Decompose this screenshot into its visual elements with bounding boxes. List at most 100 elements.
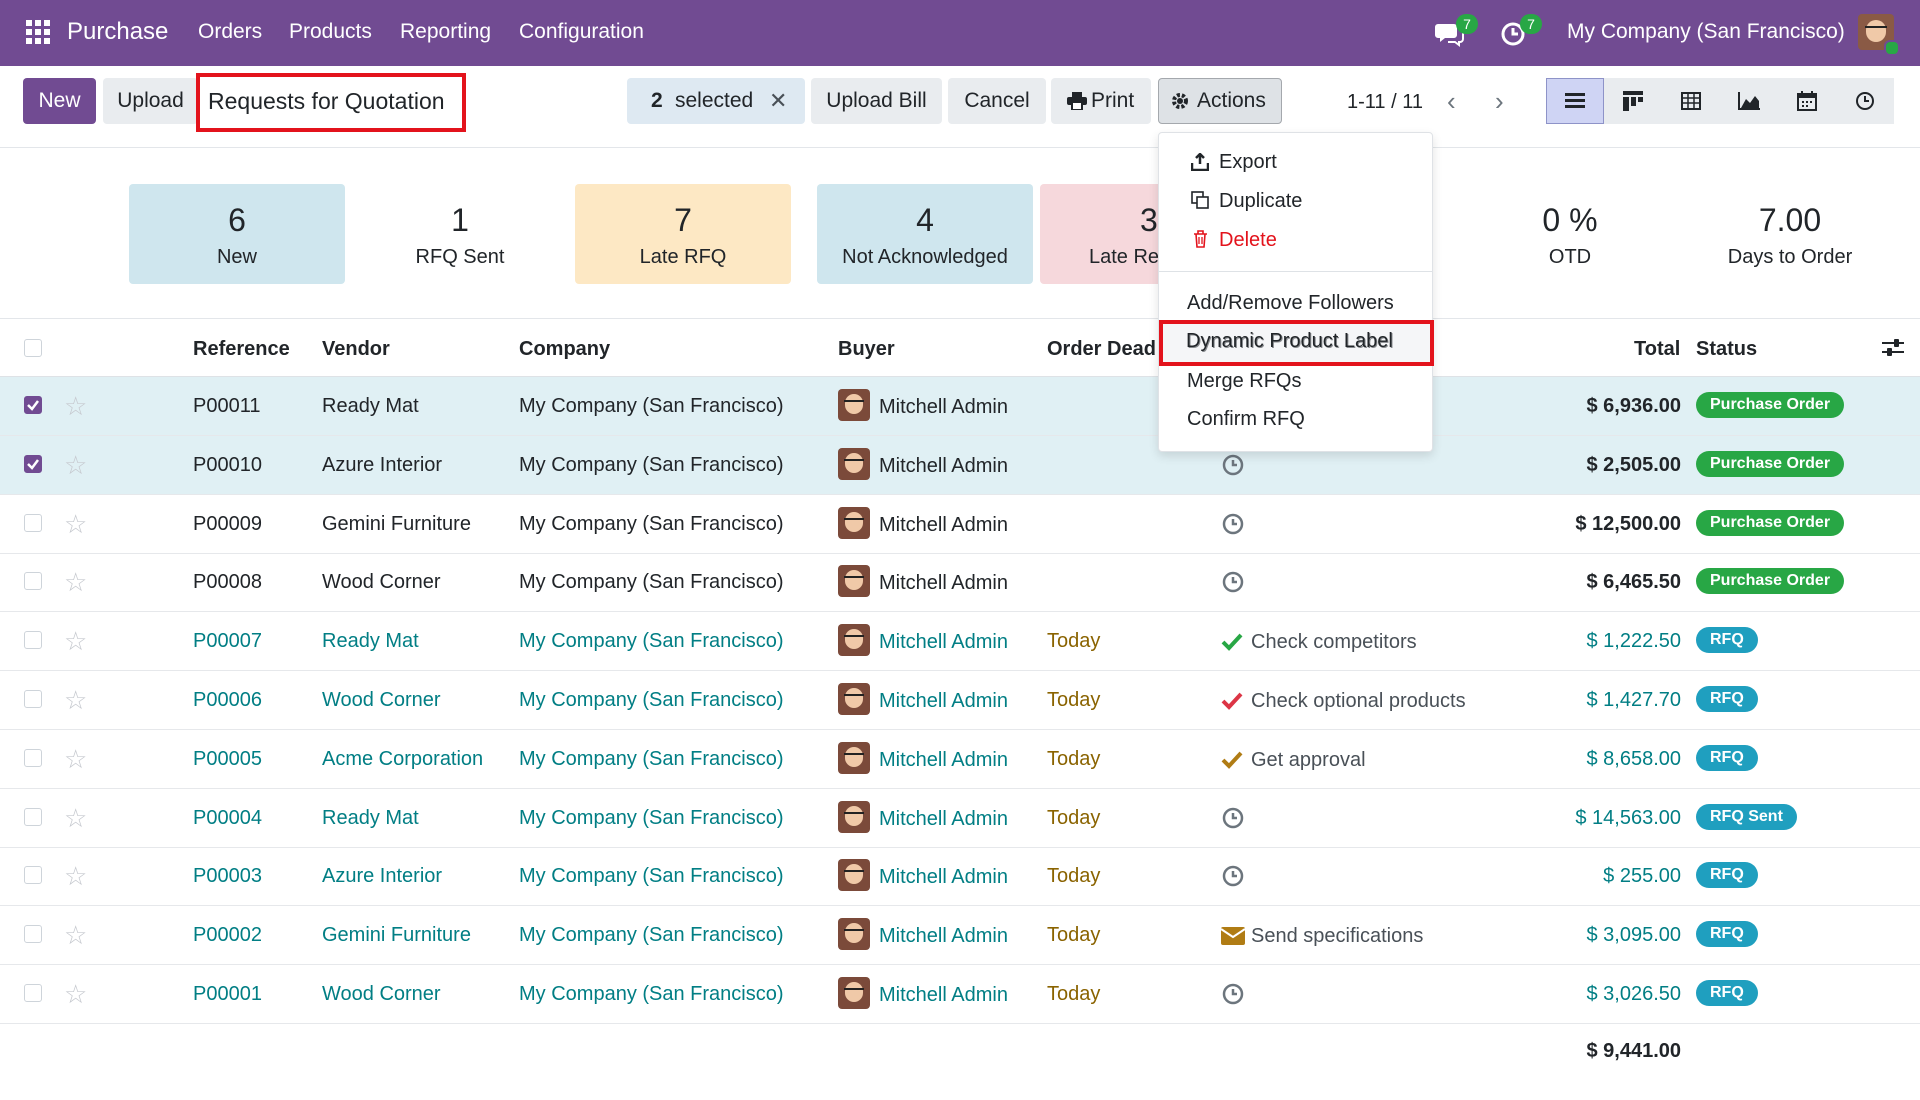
- priority-star-icon[interactable]: ☆: [64, 861, 87, 892]
- menu-export[interactable]: Export: [1219, 151, 1277, 174]
- clock-icon[interactable]: [1222, 454, 1244, 476]
- upload-bill-button[interactable]: Upload Bill: [811, 78, 942, 124]
- select-all-checkbox[interactable]: [24, 339, 42, 357]
- table-row[interactable]: ☆ P00010 Azure Interior My Company (San Fra…: [0, 435, 1920, 495]
- column-company[interactable]: Company: [519, 338, 610, 361]
- clock-icon[interactable]: [1222, 513, 1244, 535]
- table-row[interactable]: ☆ P00006 Wood Corner My Company (San Franci…: [0, 671, 1920, 730]
- table-row[interactable]: ☆ P00004 Ready Mat My Company (San Francisc…: [0, 789, 1920, 848]
- kpi-rfq-sent[interactable]: 1 RFQ Sent: [352, 184, 568, 284]
- pager-next-icon[interactable]: ›: [1495, 86, 1504, 117]
- row-checkbox[interactable]: [24, 631, 42, 650]
- cell-reference: P00005: [193, 747, 262, 770]
- user-avatar[interactable]: [1858, 14, 1900, 56]
- menu-add-remove-followers[interactable]: Add/Remove Followers: [1187, 292, 1394, 315]
- column-total[interactable]: Total: [1634, 338, 1680, 361]
- apps-menu-icon[interactable]: [26, 20, 50, 44]
- table-row[interactable]: ☆ P00008 Wood Corner My Company (San Franci…: [0, 553, 1920, 613]
- page-title[interactable]: Requests for Quotation: [208, 88, 445, 115]
- priority-star-icon[interactable]: ☆: [64, 744, 87, 775]
- kpi-late-rfq[interactable]: 7 Late RFQ: [575, 184, 791, 284]
- kanban-view-button[interactable]: [1604, 78, 1662, 124]
- pager-value[interactable]: 1-11 / 11: [1347, 91, 1423, 114]
- menu-merge-rfqs[interactable]: Merge RFQs: [1187, 370, 1301, 393]
- optional-columns-icon[interactable]: [1882, 338, 1904, 364]
- clear-selection-icon[interactable]: ✕: [769, 78, 787, 124]
- menu-products[interactable]: Products: [289, 20, 372, 44]
- priority-star-icon[interactable]: ☆: [64, 509, 87, 540]
- cell-next-activity: Get approval: [1251, 748, 1366, 771]
- app-name[interactable]: Purchase: [67, 18, 168, 46]
- column-reference[interactable]: Reference: [193, 338, 290, 361]
- activities-button[interactable]: 7: [1500, 14, 1548, 52]
- messages-button[interactable]: 7: [1434, 14, 1482, 52]
- table-row[interactable]: ☆ P00009 Gemini Furniture My Company (San F…: [0, 495, 1920, 554]
- row-checkbox[interactable]: [24, 984, 42, 1002]
- cell-vendor: Ready Mat: [322, 806, 419, 829]
- column-vendor[interactable]: Vendor: [322, 338, 390, 361]
- priority-star-icon[interactable]: ☆: [64, 920, 87, 951]
- row-checkbox[interactable]: [24, 513, 42, 532]
- check-icon[interactable]: [1221, 750, 1243, 770]
- table-row[interactable]: ☆ P00007 Ready Mat My Company (San Francisc…: [0, 612, 1920, 672]
- row-checkbox[interactable]: [24, 925, 42, 944]
- company-switcher[interactable]: My Company (San Francisco): [1567, 20, 1845, 44]
- row-checkbox[interactable]: [24, 748, 42, 767]
- menu-reporting[interactable]: Reporting: [400, 20, 491, 44]
- column-buyer[interactable]: Buyer: [838, 338, 895, 361]
- menu-duplicate[interactable]: Duplicate: [1219, 190, 1302, 213]
- row-checkbox[interactable]: [24, 454, 42, 473]
- activity-view-button[interactable]: [1836, 78, 1894, 124]
- kpi-late-rfq-label: Late RFQ: [639, 246, 727, 268]
- kpi-late-receipt[interactable]: 3 Late Re: [1040, 184, 1159, 284]
- cell-total: $ 1,427.70: [1586, 689, 1681, 711]
- row-checkbox[interactable]: [24, 690, 42, 708]
- kpi-new[interactable]: 6 New: [129, 184, 345, 284]
- row-checkbox[interactable]: [24, 572, 42, 591]
- table-row[interactable]: ☆ P00001 Wood Corner My Company (San Franci…: [0, 965, 1920, 1024]
- table-row[interactable]: ☆ P00003 Azure Interior My Company (San Fra…: [0, 847, 1920, 907]
- envelope-icon[interactable]: [1220, 926, 1246, 946]
- upload-button[interactable]: Upload: [103, 78, 198, 124]
- column-status[interactable]: Status: [1696, 338, 1757, 361]
- priority-star-icon[interactable]: ☆: [64, 391, 87, 422]
- column-order-deadline[interactable]: Order Dead: [1047, 338, 1156, 361]
- menu-configuration[interactable]: Configuration: [519, 20, 644, 44]
- table-row[interactable]: ☆ P00002 Gemini Furniture My Company (San F…: [0, 906, 1920, 966]
- print-button[interactable]: Print: [1051, 78, 1151, 124]
- calendar-view-button[interactable]: [1778, 78, 1836, 124]
- cell-total: $ 12,500.00: [1575, 512, 1681, 535]
- clock-icon[interactable]: [1222, 807, 1244, 829]
- row-checkbox[interactable]: [24, 807, 42, 826]
- cell-buyer: Mitchell Admin: [879, 631, 1008, 654]
- priority-star-icon[interactable]: ☆: [64, 450, 87, 481]
- row-checkbox[interactable]: [24, 396, 42, 414]
- row-checkbox[interactable]: [24, 866, 42, 885]
- clock-icon[interactable]: [1222, 983, 1244, 1005]
- pivot-view-button[interactable]: [1662, 78, 1720, 124]
- list-view-button[interactable]: [1546, 78, 1604, 124]
- clock-icon[interactable]: [1222, 865, 1244, 887]
- priority-star-icon[interactable]: ☆: [64, 979, 87, 1010]
- priority-star-icon[interactable]: ☆: [64, 626, 87, 657]
- new-button[interactable]: New: [23, 78, 96, 124]
- dynamic-label-text[interactable]: Dynamic Product Label: [1186, 330, 1393, 353]
- priority-star-icon[interactable]: ☆: [64, 567, 87, 598]
- pager-previous-icon[interactable]: ‹: [1447, 86, 1456, 117]
- table-row[interactable]: ☆ P00005 Acme Corporation My Company (San F…: [0, 730, 1920, 789]
- priority-star-icon[interactable]: ☆: [64, 685, 87, 716]
- priority-star-icon[interactable]: ☆: [64, 803, 87, 834]
- check-icon[interactable]: [1221, 691, 1243, 711]
- kpi-not-acknowledged[interactable]: 4 Not Acknowledged: [817, 184, 1033, 284]
- check-icon[interactable]: [1221, 632, 1243, 652]
- menu-confirm-rfq[interactable]: Confirm RFQ: [1187, 408, 1305, 431]
- actions-button[interactable]: Actions: [1158, 78, 1282, 124]
- graph-view-button[interactable]: [1720, 78, 1778, 124]
- clock-icon[interactable]: [1222, 571, 1244, 593]
- table-row[interactable]: ☆ P00011 Ready Mat My Company (San Francisc…: [0, 377, 1920, 436]
- menu-orders[interactable]: Orders: [198, 20, 262, 44]
- menu-delete[interactable]: Delete: [1219, 229, 1277, 252]
- table-icon: [1681, 92, 1701, 110]
- cancel-button[interactable]: Cancel: [948, 78, 1046, 124]
- cell-buyer: Mitchell Admin: [879, 925, 1008, 948]
